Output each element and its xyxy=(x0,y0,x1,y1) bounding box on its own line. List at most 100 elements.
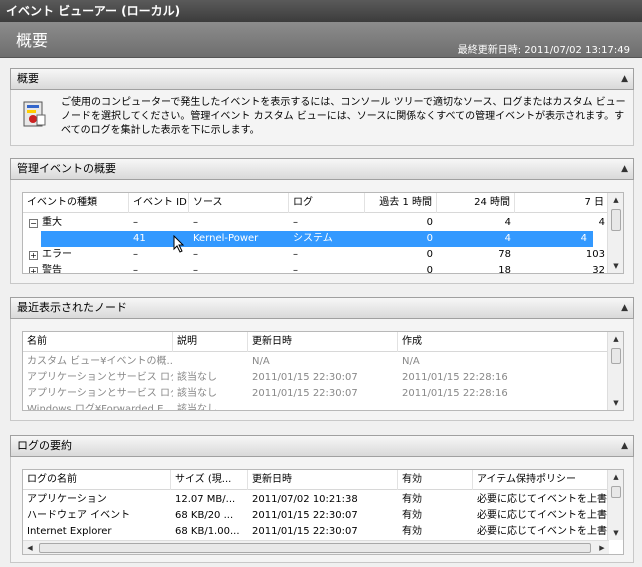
column-header[interactable]: ログの名前 xyxy=(23,470,171,490)
scroll-up-icon[interactable]: ▲ xyxy=(608,470,623,484)
collapse-arrow-icon[interactable]: ▲ xyxy=(621,69,628,89)
column-header[interactable]: 24 時間 xyxy=(437,193,515,213)
column-header[interactable]: 説明 xyxy=(173,332,248,352)
column-header[interactable]: サイズ (現... xyxy=(171,470,248,490)
collapse-arrow-icon[interactable]: ▲ xyxy=(621,298,628,318)
node-modified: N/A xyxy=(252,356,270,367)
event-log: システム xyxy=(293,233,333,244)
expand-icon[interactable]: + xyxy=(29,251,38,260)
node-modified xyxy=(248,402,398,410)
overview-panel-header[interactable]: 概要 ▲ xyxy=(10,68,634,90)
scroll-thumb[interactable] xyxy=(611,348,621,364)
scroll-up-icon[interactable]: ▲ xyxy=(608,332,623,346)
recent-nodes-panel-title: 最近表示されたノード xyxy=(17,301,127,314)
page-header: 概要 最終更新日時: 2011/07/02 13:17:49 xyxy=(0,22,642,58)
table-row[interactable]: Internet Explorer 68 KB/1.00... 2011/01/… xyxy=(23,524,609,540)
overview-description: ご使用のコンピューターで発生したイベントを表示するには、コンソール ツリーで適切… xyxy=(61,97,626,136)
log-summary-table: ログの名前 サイズ (現... 更新日時 有効 アイテム保持ポリシー アプリケー… xyxy=(22,469,624,555)
count-week: 32 xyxy=(592,265,605,274)
column-header[interactable]: 7 日 xyxy=(515,193,609,213)
log-modified: 2011/01/15 22:30:07 xyxy=(252,526,358,537)
vertical-scrollbar[interactable]: ▲ ▼ xyxy=(607,332,623,410)
column-header[interactable]: 有効 xyxy=(398,470,473,490)
log-modified: 2011/01/15 22:30:07 xyxy=(252,510,358,521)
node-name: カスタム ビュー¥イベントの概... xyxy=(27,356,173,367)
column-header[interactable]: ソース xyxy=(189,193,289,213)
column-header[interactable]: 作成 xyxy=(398,332,609,352)
vertical-scrollbar[interactable]: ▲ ▼ xyxy=(607,193,623,273)
collapse-arrow-icon[interactable]: ▲ xyxy=(621,436,628,456)
event-id: – xyxy=(133,217,138,228)
scroll-left-icon[interactable]: ◀ xyxy=(23,541,37,554)
count-week: 103 xyxy=(585,249,605,260)
node-created: N/A xyxy=(402,356,420,367)
table-row[interactable]: アプリケーションとサービス ログ... 該当なし 2011/01/15 22:3… xyxy=(23,386,609,402)
table-row[interactable]: − 重大 – – – 0 4 4 xyxy=(23,215,609,231)
scroll-down-icon[interactable]: ▼ xyxy=(608,259,623,273)
node-name: アプリケーションとサービス ログ... xyxy=(27,388,173,399)
log-name: アプリケーション xyxy=(27,494,107,505)
recent-nodes-table: 名前 説明 更新日時 作成 カスタム ビュー¥イベントの概... N/A N/A… xyxy=(22,331,624,411)
event-source: – xyxy=(193,217,198,228)
column-header[interactable]: イベント ID xyxy=(129,193,189,213)
admin-events-panel-title: 管理イベントの概要 xyxy=(17,162,116,175)
node-created: 2011/01/15 22:28:16 xyxy=(402,372,508,383)
column-header[interactable]: ログ xyxy=(289,193,365,213)
event-type: エラー xyxy=(42,249,72,260)
column-header[interactable]: 名前 xyxy=(23,332,173,352)
vertical-scrollbar[interactable]: ▲ ▼ xyxy=(607,470,623,540)
table-row[interactable]: アプリケーションとサービス ログ... 該当なし 2011/01/15 22:3… xyxy=(23,370,609,386)
column-header[interactable]: アイテム保持ポリシー xyxy=(473,470,609,490)
scroll-right-icon[interactable]: ▶ xyxy=(595,541,609,554)
node-created xyxy=(398,402,548,410)
event-type: 重大 xyxy=(42,217,62,228)
node-modified: 2011/01/15 22:30:07 xyxy=(252,372,358,383)
count-hour: 0 xyxy=(426,249,433,260)
count-day: 18 xyxy=(498,265,511,274)
page-title: 概要 xyxy=(16,31,49,50)
table-row[interactable]: + エラー – – – 0 78 103 xyxy=(23,247,609,263)
table-row[interactable]: Windows ログ¥Forwarded E... 該当なし xyxy=(23,402,609,411)
table-row[interactable]: + 警告 – – – 0 18 32 xyxy=(23,263,609,274)
log-size: 68 KB/20 ... xyxy=(175,510,234,521)
column-header[interactable]: イベントの種類 xyxy=(23,193,129,213)
scroll-up-icon[interactable]: ▲ xyxy=(608,193,623,207)
log-name: Internet Explorer xyxy=(27,526,112,537)
scroll-thumb[interactable] xyxy=(611,486,621,498)
table-row[interactable]: ハードウェア イベント 68 KB/20 ... 2011/01/15 22:3… xyxy=(23,508,609,524)
log-retention-policy: 必要に応じてイベントを上書 xyxy=(477,510,607,521)
log-modified: 2011/07/02 10:21:38 xyxy=(252,494,358,505)
node-description: 該当なし xyxy=(177,388,217,399)
scroll-thumb[interactable] xyxy=(39,543,591,553)
table-header: イベントの種類 イベント ID ソース ログ 過去 1 時間 24 時間 7 日 xyxy=(23,193,623,213)
column-header[interactable]: 更新日時 xyxy=(248,470,398,490)
log-retention-policy: 必要に応じてイベントを上書 xyxy=(477,526,607,537)
admin-events-table: イベントの種類 イベント ID ソース ログ 過去 1 時間 24 時間 7 日… xyxy=(22,192,624,274)
table-row[interactable]: カスタム ビュー¥イベントの概... N/A N/A xyxy=(23,354,609,370)
recent-nodes-panel-header[interactable]: 最近表示されたノード ▲ xyxy=(10,297,634,319)
table-row-selected[interactable]: 41 Kernel-Power システム 0 4 4 xyxy=(41,231,593,247)
count-hour: 0 xyxy=(426,265,433,274)
node-name: アプリケーションとサービス ログ... xyxy=(27,372,173,383)
collapse-icon[interactable]: − xyxy=(29,219,38,228)
scroll-thumb[interactable] xyxy=(611,209,621,231)
admin-events-panel-body: イベントの種類 イベント ID ソース ログ 過去 1 時間 24 時間 7 日… xyxy=(10,180,634,284)
count-hour: 0 xyxy=(426,233,433,244)
horizontal-scrollbar[interactable]: ◀ ▶ xyxy=(23,540,609,554)
expand-icon[interactable]: + xyxy=(29,267,38,273)
column-header[interactable]: 更新日時 xyxy=(248,332,398,352)
event-log: – xyxy=(293,217,298,228)
log-summary-panel-header[interactable]: ログの要約 ▲ xyxy=(10,435,634,457)
log-size: 12.07 MB/... xyxy=(175,494,236,505)
event-type: 警告 xyxy=(42,265,62,274)
node-description: 該当なし xyxy=(177,372,217,383)
admin-events-panel-header[interactable]: 管理イベントの概要 ▲ xyxy=(10,158,634,180)
node-modified: 2011/01/15 22:30:07 xyxy=(252,388,358,399)
table-row[interactable]: アプリケーション 12.07 MB/... 2011/07/02 10:21:3… xyxy=(23,492,609,508)
scroll-down-icon[interactable]: ▼ xyxy=(608,526,623,540)
scroll-down-icon[interactable]: ▼ xyxy=(608,396,623,410)
collapse-arrow-icon[interactable]: ▲ xyxy=(621,159,628,179)
overview-panel-body: ご使用のコンピューターで発生したイベントを表示するには、コンソール ツリーで適切… xyxy=(10,90,634,146)
column-header[interactable]: 過去 1 時間 xyxy=(365,193,437,213)
node-description: 該当なし xyxy=(177,404,217,411)
